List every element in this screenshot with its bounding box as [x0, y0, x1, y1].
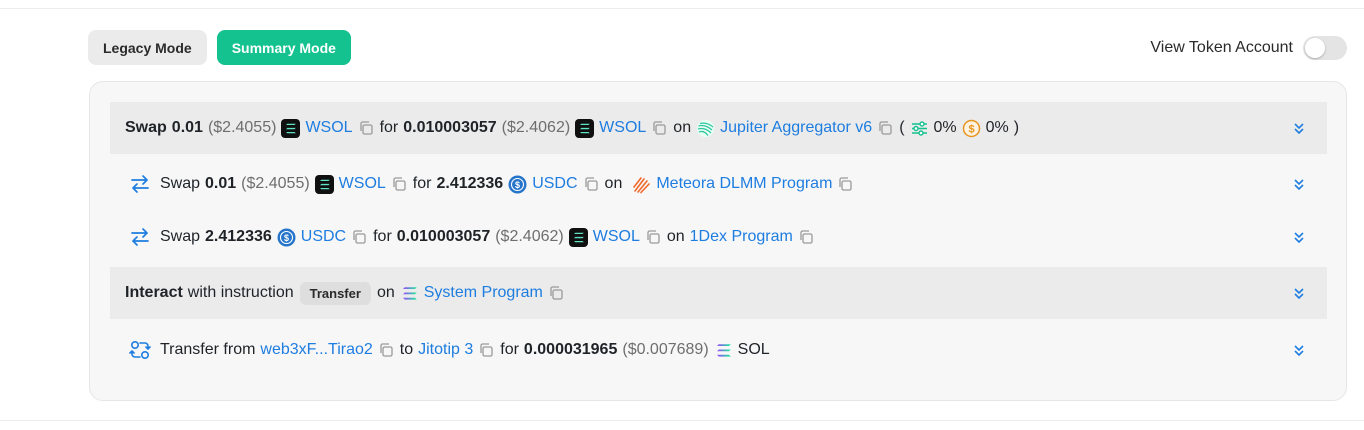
from-address-link[interactable]: web3xF...Tirao2: [260, 341, 372, 359]
token-out-link[interactable]: USDC: [532, 175, 577, 193]
copy-icon[interactable]: [547, 284, 565, 302]
action-verb: Swap: [125, 119, 167, 136]
copy-icon[interactable]: [836, 175, 854, 193]
for-label: for: [412, 175, 432, 192]
recipient-link[interactable]: Jitotip 3: [418, 341, 473, 359]
to-label: to: [399, 341, 414, 358]
switch-knob: [1305, 38, 1325, 58]
usd-in: ($2.4055): [207, 119, 277, 136]
fee-value: 0%: [985, 119, 1009, 136]
legacy-mode-button[interactable]: Legacy Mode: [88, 30, 207, 65]
action-verb: Swap: [160, 175, 201, 192]
token-out-link[interactable]: WSOL: [599, 119, 646, 137]
usdc-token-icon: $: [508, 175, 527, 194]
copy-icon[interactable]: [644, 228, 662, 246]
slippage-value: 0%: [933, 119, 957, 136]
chevron-double-down-icon[interactable]: [1291, 120, 1307, 136]
instructions-card: Swap 0.01 ($2.4055) WSOL for 0.010003057…: [89, 81, 1347, 401]
program-link[interactable]: System Program: [424, 284, 543, 302]
paren-close: ): [1013, 119, 1020, 136]
amount-in: 2.412336: [205, 228, 272, 245]
amount-out: 0.010003057: [403, 119, 497, 136]
instruction-badge: Transfer: [299, 281, 371, 305]
swap-arrows-icon: [129, 173, 151, 195]
amount-out: 0.010003057: [396, 228, 491, 245]
usd-value: ($0.007689): [622, 341, 709, 358]
for-label: for: [500, 341, 519, 358]
token-in-link[interactable]: WSOL: [305, 119, 352, 137]
svg-text:$: $: [284, 233, 289, 243]
usd-in: ($2.4055): [241, 175, 310, 192]
token-in-link[interactable]: USDC: [301, 228, 346, 246]
instruction-row-meteora: Swap 0.01 ($2.4055) WSOL for 2.412336 $ …: [110, 158, 1327, 210]
usd-out: ($2.4062): [501, 119, 571, 136]
amount-out: 2.412336: [436, 175, 504, 192]
usdc-token-icon: $: [277, 228, 296, 247]
instruction-row-jupiter: Swap 0.01 ($2.4055) WSOL for 0.010003057…: [110, 102, 1327, 154]
program-link[interactable]: 1Dex Program: [690, 228, 793, 246]
for-label: for: [379, 119, 399, 136]
mode-toggle: Legacy Mode Summary Mode: [88, 30, 351, 65]
copy-icon[interactable]: [650, 119, 668, 137]
chevron-double-down-icon[interactable]: [1291, 176, 1307, 192]
action-verb: Interact: [125, 284, 183, 301]
action-verb: Transfer from: [160, 341, 256, 358]
token-out-link[interactable]: WSOL: [593, 228, 640, 246]
amount-in: 0.01: [171, 119, 203, 136]
copy-icon[interactable]: [390, 175, 408, 193]
instruction-row-1dex: Swap 2.412336 $ USDC for 0.010003057 ($2…: [110, 211, 1327, 263]
chevron-double-down-icon[interactable]: [1291, 285, 1307, 301]
meteora-logo-icon: [632, 175, 651, 194]
svg-text:$: $: [515, 180, 520, 190]
solana-logo-icon: [400, 284, 419, 303]
view-token-account-switch[interactable]: [1303, 36, 1347, 60]
view-token-account-label: View Token Account: [1150, 39, 1293, 56]
action-verb: Swap: [160, 228, 201, 245]
paren-open: (: [899, 119, 905, 136]
on-label: on: [673, 119, 692, 136]
token-symbol: SOL: [737, 341, 770, 358]
wsol-token-icon: [314, 174, 334, 194]
on-label: on: [604, 175, 623, 192]
sliders-icon: [910, 119, 929, 138]
solana-logo-icon: [714, 341, 733, 360]
instruction-row-system: Interact with instruction Transfer on Sy…: [110, 267, 1327, 319]
bottom-divider: [0, 420, 1364, 421]
top-divider: [0, 8, 1364, 9]
view-token-account-toggle: View Token Account: [1150, 36, 1347, 60]
copy-icon[interactable]: [582, 175, 600, 193]
wsol-token-icon: [568, 227, 588, 247]
token-in-link[interactable]: WSOL: [339, 175, 386, 193]
copy-icon[interactable]: [797, 228, 815, 246]
usd-out: ($2.4062): [495, 228, 564, 245]
copy-icon[interactable]: [357, 119, 375, 137]
with-instruction-label: with instruction: [187, 284, 294, 301]
amount: 0.000031965: [523, 341, 618, 358]
chevron-double-down-icon[interactable]: [1291, 342, 1307, 358]
copy-icon[interactable]: [876, 119, 894, 137]
copy-icon[interactable]: [477, 341, 495, 359]
on-label: on: [376, 284, 395, 301]
copy-icon[interactable]: [377, 341, 395, 359]
dollar-coin-icon: $: [962, 119, 981, 138]
summary-mode-button[interactable]: Summary Mode: [216, 30, 351, 65]
copy-icon[interactable]: [350, 228, 368, 246]
for-label: for: [373, 228, 392, 245]
svg-text:$: $: [968, 123, 974, 135]
jupiter-logo-icon: [696, 119, 715, 138]
wsol-token-icon: [575, 118, 595, 138]
instruction-row-transfer: Transfer from web3xF...Tirao2 to Jitotip…: [110, 324, 1327, 376]
on-label: on: [666, 228, 685, 245]
swap-arrows-icon: [129, 226, 151, 248]
transfer-cycle-icon: [129, 339, 151, 361]
wsol-token-icon: [281, 118, 301, 138]
program-link[interactable]: Jupiter Aggregator v6: [720, 119, 872, 137]
program-link[interactable]: Meteora DLMM Program: [656, 175, 832, 193]
chevron-double-down-icon[interactable]: [1291, 229, 1307, 245]
amount-in: 0.01: [205, 175, 237, 192]
